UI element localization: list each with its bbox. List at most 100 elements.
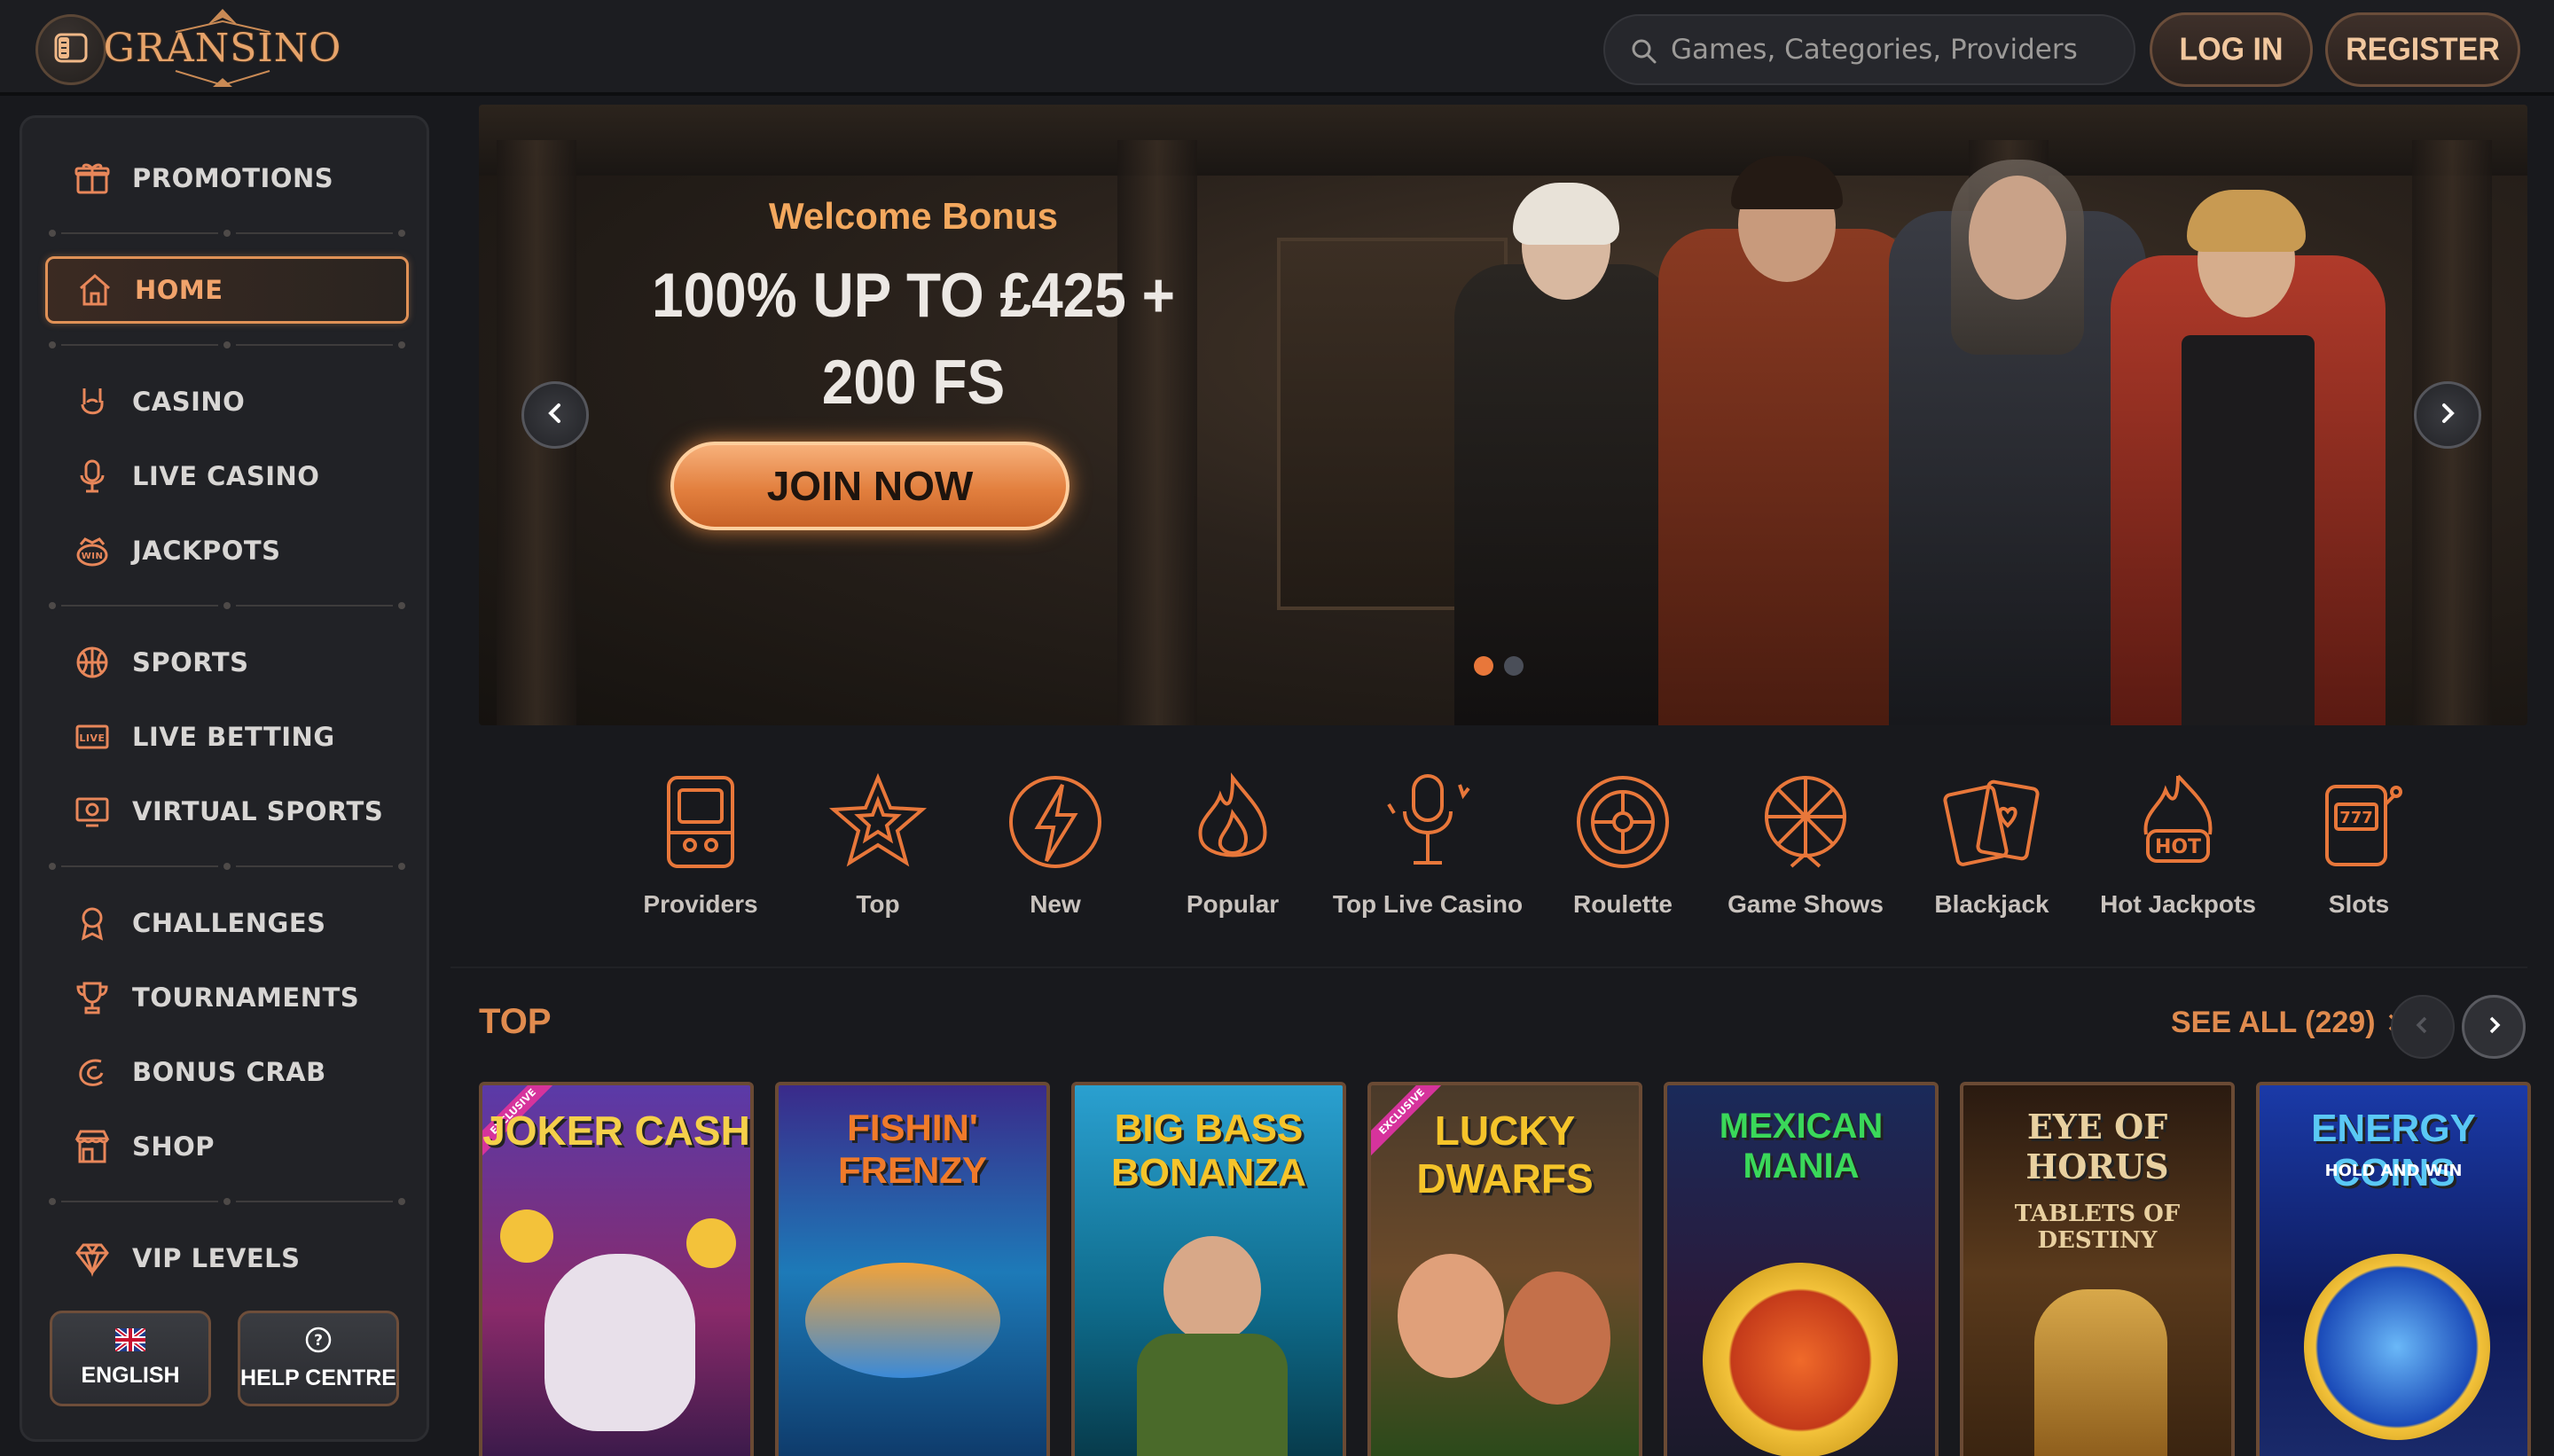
uk-flag-icon bbox=[114, 1327, 147, 1358]
game-tile-eye-of-horus[interactable]: EYE OF HORUS TABLETS OF DESTINY bbox=[1960, 1082, 2235, 1456]
dwarf-face bbox=[1398, 1254, 1504, 1378]
sidebar-item-live-casino[interactable]: LIVE CASINO bbox=[45, 442, 409, 510]
monitor-ball-icon bbox=[72, 791, 113, 832]
login-button[interactable]: LOG IN bbox=[2150, 12, 2313, 87]
game-title: EYE OF HORUS bbox=[2025, 1107, 2169, 1186]
sidebar-item-tournaments[interactable]: TOURNAMENTS bbox=[45, 964, 409, 1031]
banner-arch bbox=[479, 105, 2527, 176]
category-top[interactable]: Top bbox=[789, 764, 967, 942]
game-subtitle: TABLETS OF DESTINY bbox=[2014, 1201, 2181, 1254]
roulette-icon bbox=[1565, 764, 1680, 880]
chevron-left-icon bbox=[2412, 1014, 2433, 1039]
game-title: BIG BASS BONANZA bbox=[1111, 1107, 1306, 1194]
category-label: Popular bbox=[1186, 890, 1280, 918]
carousel-next-button[interactable] bbox=[2462, 995, 2526, 1059]
banner-prev-button[interactable] bbox=[521, 381, 589, 449]
horus-figure bbox=[2034, 1289, 2167, 1456]
sidebar-item-challenges[interactable]: CHALLENGES bbox=[45, 889, 409, 957]
gift-icon bbox=[72, 158, 113, 199]
game-tile-joker-cash[interactable]: EXCLUSIVE JOKER CASH bbox=[479, 1082, 754, 1456]
sidebar-item-live-betting[interactable]: LIVE LIVE BETTING bbox=[45, 703, 409, 771]
medal-icon bbox=[72, 903, 113, 943]
slot-machine-icon: 777 bbox=[2301, 764, 2417, 880]
game-tile-energy-coins[interactable]: ENERGY COINS HOLD AND WIN bbox=[2256, 1082, 2531, 1456]
win-crown-icon: WIN bbox=[72, 530, 113, 571]
character-face bbox=[1969, 176, 2066, 300]
brand-logo[interactable]: GRANSINO bbox=[104, 5, 341, 90]
sidebar-item-virtual-sports[interactable]: VIRTUAL SPORTS bbox=[45, 778, 409, 845]
category-game-shows[interactable]: Game Shows bbox=[1717, 764, 1894, 942]
category-new[interactable]: New bbox=[967, 764, 1144, 942]
join-now-button[interactable]: JOIN NOW bbox=[670, 442, 1069, 530]
sidebar-item-home[interactable]: HOME bbox=[45, 256, 409, 324]
sidebar-toggle-button[interactable] bbox=[35, 14, 106, 85]
svg-text:LIVE: LIVE bbox=[79, 732, 105, 744]
game-title: FISHIN' FRENZY bbox=[838, 1107, 987, 1191]
help-centre-button[interactable]: ? HELP CENTRE bbox=[238, 1311, 399, 1406]
character-hair bbox=[2187, 190, 2306, 252]
sidebar-item-label: JACKPOTS bbox=[132, 536, 281, 566]
joker-face bbox=[544, 1254, 695, 1431]
top-header: GRANSINO LOG IN REGISTER bbox=[0, 0, 2554, 96]
game-tile-fishin-frenzy[interactable]: FISHIN' FRENZY bbox=[775, 1082, 1050, 1456]
sidebar-item-label: VIP LEVELS bbox=[132, 1243, 301, 1273]
sidebar-divider bbox=[43, 861, 411, 872]
chevron-right-icon bbox=[2483, 1014, 2504, 1039]
sidebar-item-jackpots[interactable]: WIN JACKPOTS bbox=[45, 517, 409, 584]
category-label: New bbox=[1030, 890, 1081, 918]
category-label: Game Shows bbox=[1727, 890, 1884, 918]
category-providers[interactable]: Providers bbox=[612, 764, 789, 942]
see-all-link[interactable]: SEE ALL (229) bbox=[2171, 1006, 2403, 1040]
wheel-icon bbox=[1748, 764, 1863, 880]
fish-image bbox=[805, 1263, 1000, 1378]
game-tile-mexican-mania[interactable]: MEXICAN MANIA bbox=[1664, 1082, 1939, 1456]
svg-text:777: 777 bbox=[2339, 809, 2373, 827]
game-subtitle: HOLD AND WIN bbox=[2324, 1162, 2463, 1180]
game-title: ENERGY COINS bbox=[2311, 1107, 2476, 1194]
flame-icon bbox=[1175, 764, 1290, 880]
sidebar-toggle-icon bbox=[53, 30, 89, 69]
sidebar-divider bbox=[43, 228, 411, 239]
category-label: Top Live Casino bbox=[1332, 890, 1524, 918]
game-tile-big-bass-bonanza[interactable]: BIG BASS BONANZA bbox=[1071, 1082, 1346, 1456]
basketball-icon bbox=[72, 642, 113, 683]
category-top-live-casino[interactable]: Top Live Casino bbox=[1333, 764, 1523, 942]
sidebar-item-promotions[interactable]: PROMOTIONS bbox=[45, 145, 409, 212]
banner-next-button[interactable] bbox=[2414, 381, 2481, 449]
microphone-icon bbox=[72, 456, 113, 497]
sidebar-item-sports[interactable]: SPORTS bbox=[45, 629, 409, 696]
fisherman-head bbox=[1163, 1236, 1261, 1342]
character-robe-man bbox=[1658, 229, 1916, 725]
trophy-icon bbox=[72, 977, 113, 1018]
search-icon bbox=[1630, 37, 1658, 69]
search-input[interactable] bbox=[1671, 34, 2134, 66]
star-icon bbox=[820, 764, 936, 880]
pagination-dot-active[interactable] bbox=[1474, 656, 1493, 676]
sidebar-divider bbox=[43, 1196, 411, 1207]
category-hot-jackpots[interactable]: HOT Hot Jackpots bbox=[2089, 764, 2267, 942]
search-bar[interactable] bbox=[1603, 14, 2135, 85]
fisherman-body bbox=[1137, 1334, 1288, 1456]
category-slots[interactable]: 777 Slots bbox=[2270, 764, 2448, 942]
shop-icon bbox=[72, 1126, 113, 1167]
svg-text:?: ? bbox=[314, 1332, 323, 1350]
character-hair bbox=[1513, 183, 1619, 245]
language-button[interactable]: ENGLISH bbox=[50, 1311, 211, 1406]
sidebar-item-label: SPORTS bbox=[132, 647, 249, 677]
sidebar-item-bonus-crab[interactable]: BONUS CRAB bbox=[45, 1038, 409, 1106]
pagination-dot[interactable] bbox=[1504, 656, 1524, 676]
register-button[interactable]: REGISTER bbox=[2325, 12, 2520, 87]
category-blackjack[interactable]: Blackjack bbox=[1903, 764, 2080, 942]
sidebar-item-label: SHOP bbox=[132, 1131, 215, 1162]
category-popular[interactable]: Popular bbox=[1144, 764, 1321, 942]
see-all-label: SEE ALL (229) bbox=[2171, 1006, 2376, 1039]
sidebar-item-vip-levels[interactable]: VIP LEVELS bbox=[45, 1225, 409, 1292]
sidebar-item-label: LIVE CASINO bbox=[132, 461, 320, 491]
category-roulette[interactable]: Roulette bbox=[1534, 764, 1712, 942]
carousel-prev-button[interactable] bbox=[2391, 995, 2455, 1059]
category-bar: Providers Top New Popular Top Live Casin… bbox=[612, 764, 2430, 942]
sidebar-item-label: BONUS CRAB bbox=[132, 1057, 326, 1087]
sidebar-item-casino[interactable]: CASINO bbox=[45, 368, 409, 435]
game-tile-lucky-dwarfs[interactable]: EXCLUSIVE LUCKY DWARFS bbox=[1367, 1082, 1642, 1456]
sidebar-item-shop[interactable]: SHOP bbox=[45, 1113, 409, 1180]
